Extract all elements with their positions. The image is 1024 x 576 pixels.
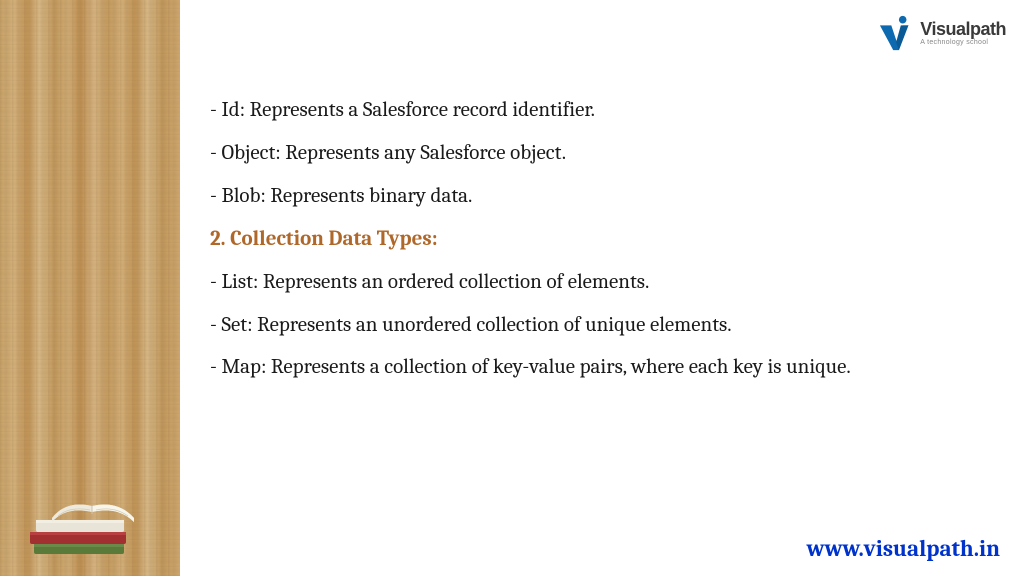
bullet-id: - Id: Represents a Salesforce record ide… [210, 90, 980, 131]
bullet-blob: - Blob: Represents binary data. [210, 176, 980, 217]
bullet-map: - Map: Represents a collection of key-va… [210, 350, 980, 386]
slide-content: - Id: Represents a Salesforce record ide… [210, 90, 980, 387]
books-icon [6, 452, 176, 572]
bullet-list: - List: Represents an ordered collection… [210, 262, 980, 303]
section-heading: 2. Collection Data Types: [210, 219, 980, 260]
bullet-object: - Object: Represents any Salesforce obje… [210, 133, 980, 174]
logo-name: Visualpath [920, 20, 1006, 38]
logo-tagline: A technology school [920, 39, 1006, 46]
logo-v-icon [878, 14, 916, 52]
footer-url: www.visualpath.in [807, 535, 1000, 562]
company-logo: Visualpath A technology school [878, 14, 1006, 52]
bullet-set: - Set: Represents an unordered collectio… [210, 305, 980, 346]
